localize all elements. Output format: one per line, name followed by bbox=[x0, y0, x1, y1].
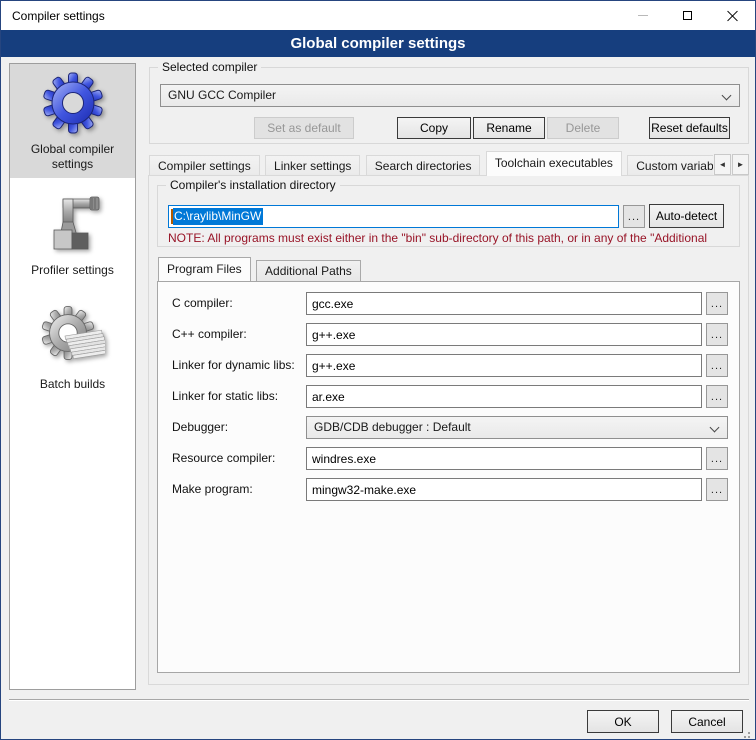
static-linker-browse-button[interactable]: ... bbox=[706, 385, 728, 408]
sidebar-item-batch-builds[interactable]: Batch builds bbox=[10, 292, 135, 406]
c-compiler-input[interactable] bbox=[306, 292, 702, 315]
static-linker-input[interactable] bbox=[306, 385, 702, 408]
resource-compiler-browse-button[interactable]: ... bbox=[706, 447, 728, 470]
tab-scroll-right-button[interactable]: ► bbox=[732, 154, 749, 175]
tab-program-files[interactable]: Program Files bbox=[158, 257, 251, 281]
footer-separator bbox=[9, 699, 749, 701]
close-button[interactable] bbox=[710, 1, 755, 30]
tab-scroll-area: Compiler settings Linker settings Search… bbox=[149, 151, 713, 176]
sidebar-item-profiler-settings[interactable]: Profiler settings bbox=[10, 178, 135, 292]
close-icon bbox=[727, 10, 738, 21]
resize-grip[interactable] bbox=[748, 732, 750, 734]
arrow-left-icon: ◄ bbox=[719, 160, 727, 169]
reset-defaults-button[interactable]: Reset defaults bbox=[649, 117, 730, 139]
installation-directory-input[interactable]: C:\raylib\MinGW bbox=[168, 205, 619, 228]
delete-button[interactable]: Delete bbox=[547, 117, 619, 139]
dynamic-linker-label: Linker for dynamic libs: bbox=[172, 358, 295, 372]
installation-directory-value: C:\raylib\MinGW bbox=[173, 208, 263, 225]
c-compiler-browse-button[interactable]: ... bbox=[706, 292, 728, 315]
chevron-down-icon bbox=[722, 91, 732, 101]
blue-gear-icon bbox=[41, 71, 105, 135]
tab-scroll-left-button[interactable]: ◄ bbox=[714, 154, 731, 175]
sidebar-item-label: Global compiler settings bbox=[16, 142, 129, 172]
cancel-button[interactable]: Cancel bbox=[671, 710, 743, 733]
browse-directory-button[interactable]: ... bbox=[623, 205, 645, 228]
static-linker-label: Linker for static libs: bbox=[172, 389, 278, 403]
dynamic-linker-browse-button[interactable]: ... bbox=[706, 354, 728, 377]
installation-directory-group-label: Compiler's installation directory bbox=[166, 178, 340, 192]
selected-compiler-group-label: Selected compiler bbox=[158, 60, 261, 74]
rename-button[interactable]: Rename bbox=[473, 117, 545, 139]
minimize-icon bbox=[638, 15, 648, 16]
page-title: Global compiler settings bbox=[1, 30, 755, 57]
program-files-tabs: Program Files Additional Paths bbox=[158, 257, 558, 281]
make-program-browse-button[interactable]: ... bbox=[706, 478, 728, 501]
window-title: Compiler settings bbox=[12, 9, 105, 23]
program-files-page: C compiler: ... C++ compiler: ... Linker… bbox=[157, 281, 740, 673]
sidebar-item-label: Profiler settings bbox=[31, 263, 114, 278]
debugger-select[interactable]: GDB/CDB debugger : Default bbox=[306, 416, 728, 439]
compiler-settings-dialog: Compiler settings Global compiler settin… bbox=[0, 0, 756, 740]
tab-custom-variables[interactable]: Custom variables bbox=[627, 155, 713, 176]
dynamic-linker-input[interactable] bbox=[306, 354, 702, 377]
window-controls bbox=[620, 1, 755, 30]
arrow-right-icon: ► bbox=[737, 160, 745, 169]
resource-compiler-input[interactable] bbox=[306, 447, 702, 470]
debugger-select-value: GDB/CDB debugger : Default bbox=[314, 420, 471, 434]
c-compiler-label: C compiler: bbox=[172, 296, 233, 310]
cpp-compiler-label: C++ compiler: bbox=[172, 327, 247, 341]
tab-search-directories[interactable]: Search directories bbox=[366, 155, 481, 176]
selected-compiler-group: Selected compiler GNU GCC Compiler Set a… bbox=[149, 67, 749, 144]
gear-stack-icon bbox=[41, 306, 105, 370]
compiler-tabs: Compiler settings Linker settings Search… bbox=[149, 151, 749, 176]
compiler-select-value: GNU GCC Compiler bbox=[168, 88, 276, 102]
tab-additional-paths[interactable]: Additional Paths bbox=[256, 260, 361, 281]
chevron-down-icon bbox=[710, 423, 720, 433]
minimize-button[interactable] bbox=[620, 1, 665, 30]
resource-compiler-label: Resource compiler: bbox=[172, 451, 275, 465]
bin-subdirectory-note: NOTE: All programs must exist either in … bbox=[168, 231, 734, 245]
ok-button[interactable]: OK bbox=[587, 710, 659, 733]
caliper-icon bbox=[41, 192, 105, 256]
settings-category-list: Global compiler settings bbox=[9, 63, 136, 690]
sidebar-item-global-compiler-settings[interactable]: Global compiler settings bbox=[10, 64, 135, 178]
maximize-button[interactable] bbox=[665, 1, 710, 30]
auto-detect-button[interactable]: Auto-detect bbox=[649, 204, 724, 228]
make-program-label: Make program: bbox=[172, 482, 253, 496]
tab-compiler-settings[interactable]: Compiler settings bbox=[149, 155, 260, 176]
sidebar-item-label: Batch builds bbox=[40, 377, 105, 392]
cpp-compiler-input[interactable] bbox=[306, 323, 702, 346]
tab-toolchain-executables[interactable]: Toolchain executables bbox=[486, 151, 622, 176]
installation-directory-group: Compiler's installation directory C:\ray… bbox=[157, 185, 740, 247]
compiler-select[interactable]: GNU GCC Compiler bbox=[160, 84, 740, 107]
title-bar: Compiler settings bbox=[1, 1, 755, 30]
cpp-compiler-browse-button[interactable]: ... bbox=[706, 323, 728, 346]
debugger-label: Debugger: bbox=[172, 420, 228, 434]
maximize-icon bbox=[683, 11, 692, 20]
set-as-default-button[interactable]: Set as default bbox=[254, 117, 354, 139]
copy-button[interactable]: Copy bbox=[397, 117, 471, 139]
make-program-input[interactable] bbox=[306, 478, 702, 501]
tab-linker-settings[interactable]: Linker settings bbox=[265, 155, 360, 176]
